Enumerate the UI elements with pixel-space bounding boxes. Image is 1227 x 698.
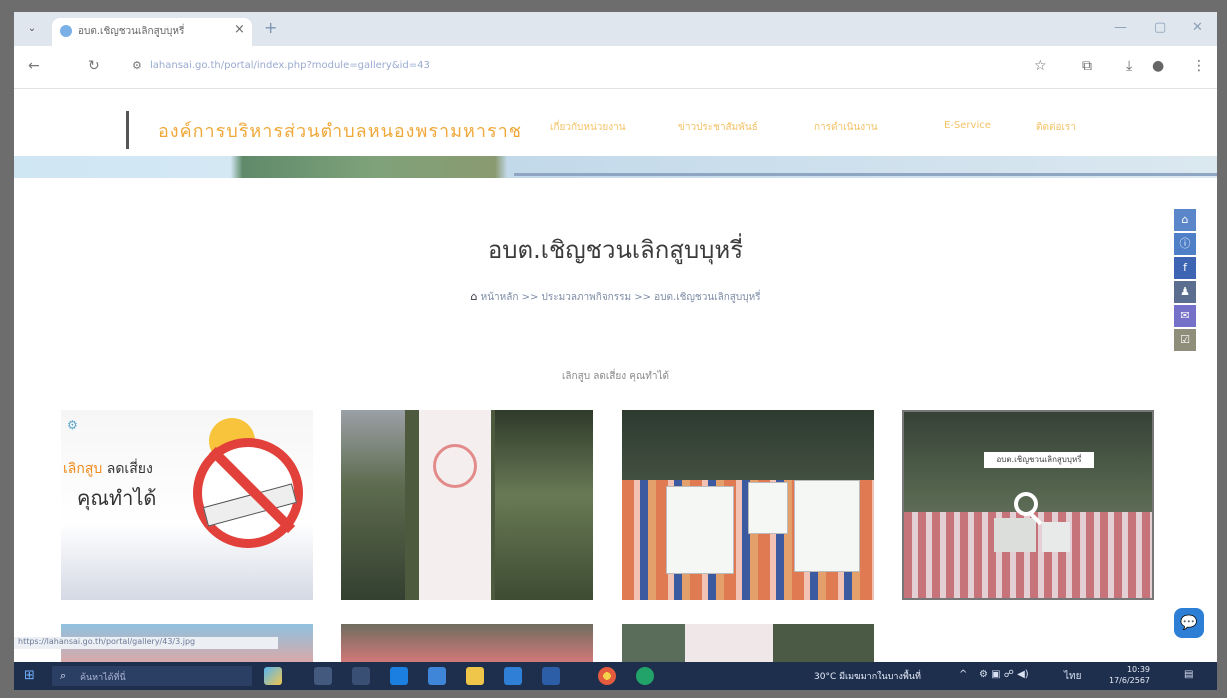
no-smoking-sign-icon (433, 444, 477, 488)
photo-board-1 (666, 486, 734, 574)
clock-time: 10:39 (1126, 665, 1151, 674)
logo-icon[interactable] (126, 111, 129, 149)
side-info-icon[interactable]: ⓘ (1174, 233, 1196, 255)
weather-widget[interactable]: 30°C มีเมฆมากในบางพื้นที่ (814, 669, 921, 683)
nav-item-operations[interactable]: การดำเนินงาน (814, 120, 878, 135)
active-tab[interactable]: อบต.เชิญชวนเลิกสูบบุหรี่ × (52, 18, 252, 46)
photo-panel-left (341, 410, 405, 600)
word-icon[interactable] (542, 667, 560, 685)
new-tab-button[interactable]: + (264, 18, 277, 37)
gallery-item-row2-3[interactable] (622, 624, 874, 662)
clock-date: 17/6/2567 (1109, 676, 1151, 685)
poster-text-line1: เลิกสูบ ลดเสี่ยง (63, 458, 153, 480)
back-icon[interactable]: ← (28, 58, 40, 74)
notification-icon[interactable]: ▤ (1184, 669, 1193, 680)
address-bar[interactable]: ⚙ lahansai.go.th/portal/index.php?module… (122, 54, 1002, 80)
tab-search-icon[interactable]: ⌄ (24, 21, 40, 37)
breadcrumb-text[interactable]: หน้าหลัก >> ประมวลภาพกิจกรรม >> อบต.เชิญ… (481, 292, 761, 303)
minimize-icon[interactable]: — (1114, 20, 1127, 35)
header-divider (514, 173, 1217, 176)
side-facebook-icon[interactable]: f (1174, 257, 1196, 279)
gallery-item-photo-2[interactable] (341, 410, 593, 600)
menu-icon[interactable]: ⋮ (1192, 58, 1206, 74)
search-icon: ⌕ (60, 669, 67, 682)
line-icon[interactable] (636, 667, 654, 685)
edge-icon[interactable] (390, 667, 408, 685)
taskbar-search[interactable]: ⌕ ค้นหาได้ที่นี่ (52, 666, 252, 686)
poster-text-line2: คุณทำได้ (77, 486, 157, 510)
taskbar-clock[interactable]: 10:39 17/6/2567 (1109, 664, 1150, 686)
taskbar: ⊞ ⌕ ค้นหาได้ที่นี่ 30°C มีเมฆมากในบางพื้… (14, 662, 1217, 690)
photo-board-1 (994, 518, 1036, 552)
close-window-icon[interactable]: ✕ (1192, 20, 1203, 35)
download-icon[interactable]: ⤓ (1126, 58, 1132, 74)
side-social-bar: ⌂ ⓘ f ♟ ✉ ☑ (1174, 209, 1196, 389)
status-url: https://lahansai.go.th/portal/gallery/43… (14, 637, 278, 649)
breadcrumb: ⌂ หน้าหลัก >> ประมวลภาพกิจกรรม >> อบต.เช… (14, 290, 1217, 305)
tab-title: อบต.เชิญชวนเลิกสูบบุหรี่ (78, 26, 185, 37)
extensions-icon[interactable]: ⧉ (1082, 58, 1092, 74)
photo-board-3 (794, 480, 860, 572)
tray-chevron-icon[interactable]: ^ (959, 669, 967, 680)
gallery-item-poster[interactable]: ⚙ เลิกสูบ ลดเสี่ยง คุณทำได้ (61, 410, 313, 600)
tray-icons[interactable]: ⚙ ▣ ☍ ◀) (979, 669, 1029, 680)
nav-item-about[interactable]: เกี่ยวกับหน่วยงาน (550, 120, 626, 135)
photo-board-2 (748, 482, 788, 534)
url-text: lahansai.go.th/portal/index.php?module=g… (150, 60, 430, 71)
org-name[interactable]: องค์การบริหารส่วนตำบลหนองพรามหาราช (158, 116, 522, 145)
maximize-icon[interactable]: ▢ (1154, 20, 1166, 35)
side-user-icon[interactable]: ♟ (1174, 281, 1196, 303)
gallery-caption: เลิกสูบ ลดเสี่ยง คุณทำได้ (562, 371, 669, 382)
page-title: อบต.เชิญชวนเลิกสูบบุหรี่ (487, 236, 744, 264)
reload-icon[interactable]: ↻ (88, 58, 100, 74)
no-smoking-icon (193, 438, 303, 548)
chat-icon[interactable]: 💬 (1174, 608, 1204, 638)
poster-text-orange: เลิกสูบ (63, 461, 103, 477)
side-home-icon[interactable]: ⌂ (1174, 209, 1196, 231)
hover-caption: อบต.เชิญชวนเลิกสูบบุหรี่ (984, 452, 1094, 468)
nav-item-contact[interactable]: ติดต่อเรา (1036, 120, 1076, 135)
side-check-icon[interactable]: ☑ (1174, 329, 1196, 351)
zoom-icon[interactable] (1014, 492, 1038, 516)
gear-icon: ⚙ (67, 418, 78, 432)
side-mail-icon[interactable]: ✉ (1174, 305, 1196, 327)
windows-start-icon[interactable]: ⊞ (24, 668, 38, 683)
store-icon[interactable] (504, 667, 522, 685)
gallery-item-photo-3[interactable] (622, 410, 874, 600)
site-header: องค์การบริหารส่วนตำบลหนองพรามหาราช เกี่ย… (14, 89, 1217, 179)
task-view-icon[interactable] (314, 667, 332, 685)
site-info-icon[interactable]: ⚙ (132, 59, 142, 72)
nav-item-news[interactable]: ข่าวประชาสัมพันธ์ (678, 120, 758, 135)
gallery-item-photo-4-hover[interactable]: อบต.เชิญชวนเลิกสูบบุหรี่ (902, 410, 1154, 600)
widget-icon[interactable] (264, 667, 282, 685)
file-explorer-icon[interactable] (466, 667, 484, 685)
input-language[interactable]: ไทย (1064, 669, 1081, 684)
tab-close-icon[interactable]: × (234, 22, 245, 37)
photo-panel-right (495, 410, 593, 600)
browser-toolbar: ← ↻ ⚙ lahansai.go.th/portal/index.php?mo… (14, 46, 1217, 89)
gallery-item-row2-2[interactable] (341, 624, 593, 662)
nav-item-eservice[interactable]: E-Service (944, 120, 991, 131)
taskbar-search-placeholder: ค้นหาได้ที่นี่ (80, 673, 126, 683)
chrome-icon[interactable] (598, 667, 616, 685)
browser-window: ⌄ อบต.เชิญชวนเลิกสูบบุหรี่ × + — ▢ ✕ ← ↻… (14, 12, 1217, 662)
bookmark-star-icon[interactable]: ☆ (1034, 58, 1047, 74)
poster-text-dark: ลดเสี่ยง (106, 461, 153, 477)
mail-icon[interactable] (428, 667, 446, 685)
site-favicon-icon (60, 25, 72, 37)
photo-board-2 (1042, 522, 1070, 552)
profile-icon[interactable]: ● (1152, 58, 1164, 74)
tab-strip: ⌄ อบต.เชิญชวนเลิกสูบบุหรี่ × + — ▢ ✕ (14, 12, 1217, 46)
photo-poster (419, 410, 491, 600)
app-icon-1[interactable] (352, 667, 370, 685)
home-icon[interactable]: ⌂ (470, 290, 477, 303)
